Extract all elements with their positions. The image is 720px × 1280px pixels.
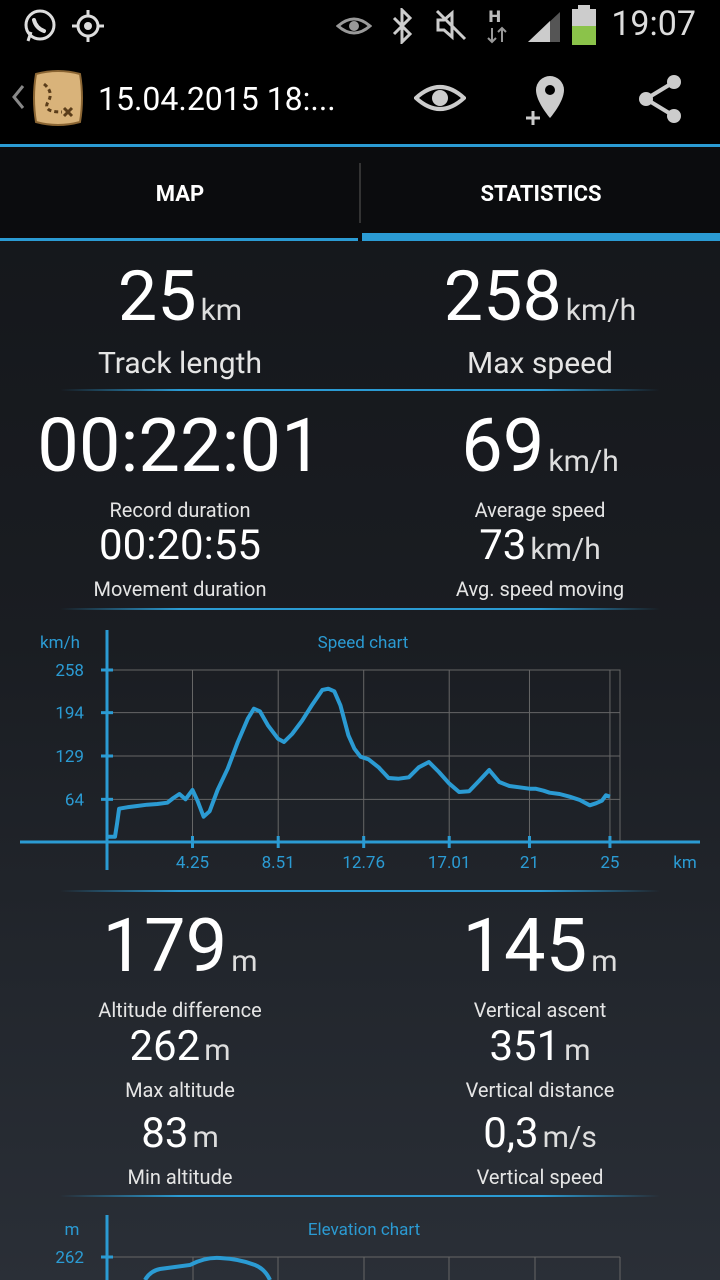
mute-icon (435, 9, 467, 41)
speed-line (107, 686, 611, 839)
y-tick-label: 194 (55, 704, 84, 724)
add-location-icon[interactable] (522, 72, 574, 130)
movement-duration-value: 00:20:55 (99, 521, 261, 570)
max-altitude-label: Max altitude (125, 1078, 235, 1102)
vertical-speed-value: 0,3 (483, 1109, 539, 1158)
vertical-ascent-label: Vertical ascent (473, 998, 607, 1022)
elevation-chart[interactable]: 262 m Elevation chart (0, 1205, 720, 1280)
min-altitude-stat: 83 m Min altitude (0, 1113, 360, 1190)
max-speed-label: Max speed (467, 346, 613, 381)
y-tick-label: 262 (55, 1248, 84, 1268)
track-length-value: 25 (117, 256, 197, 338)
vertical-ascent-value: 145 (462, 903, 588, 990)
location-target-icon (72, 10, 104, 42)
share-icon[interactable] (636, 74, 684, 124)
max-altitude-value: 262 (129, 1022, 201, 1071)
svg-text:H: H (488, 7, 501, 26)
battery-icon (572, 5, 596, 45)
x-tick-label: 8.51 (262, 853, 295, 873)
section-divider (60, 890, 660, 892)
y-axis-label: m (65, 1220, 80, 1240)
action-bar: 15.04.2015 18:... (0, 50, 720, 147)
movement-duration-label: Movement duration (93, 577, 267, 601)
y-tick-label: 258 (55, 661, 84, 681)
speed-chart[interactable]: 4.25 8.51 12.76 17.01 21 25 258 194 129 64 km/h km S… (0, 620, 720, 880)
clock: 19:07 (611, 4, 696, 44)
y-tick-label: 129 (55, 747, 84, 767)
tab-baseline (0, 238, 358, 241)
vertical-ascent-stat: 145 m Vertical ascent (360, 910, 720, 1023)
x-axis-label: km (673, 853, 697, 873)
record-duration-stat: 00:22:01 Record duration (0, 403, 360, 523)
back-chevron-icon[interactable] (8, 82, 28, 112)
avg-speed-moving-value: 73 (479, 521, 527, 570)
x-tick-label: 21 (520, 853, 539, 873)
section-divider (60, 608, 660, 610)
vertical-distance-stat: 351 m Vertical distance (360, 1026, 720, 1103)
chart-title: Speed chart (318, 633, 409, 653)
avg-speed-moving-label: Avg. speed moving (455, 577, 625, 601)
vertical-speed-unit: m/s (542, 1120, 597, 1155)
section-divider (60, 389, 660, 391)
eye-status-icon (336, 17, 372, 35)
tab-statistics[interactable]: STATISTICS (362, 147, 720, 241)
status-bar: H 19:07 (0, 0, 720, 50)
vertical-speed-stat: 0,3 m/s Vertical speed (360, 1113, 720, 1190)
x-tick-label: 17.01 (428, 853, 471, 873)
eye-icon[interactable] (414, 80, 466, 116)
vertical-speed-label: Vertical speed (476, 1165, 604, 1189)
track-length-unit: km (200, 293, 243, 328)
track-length-stat: 25 km Track length (0, 262, 360, 381)
altitude-difference-label: Altitude difference (98, 998, 262, 1022)
signal-icon (528, 12, 560, 42)
whatsapp-icon (24, 9, 56, 42)
min-altitude-unit: m (192, 1120, 219, 1155)
tab-selected-indicator (362, 233, 720, 241)
max-speed-value: 258 (443, 256, 562, 338)
tab-bar: MAP STATISTICS (0, 147, 720, 241)
altitude-difference-stat: 179 m Altitude difference (0, 910, 360, 1023)
tab-map[interactable]: MAP (0, 147, 360, 241)
x-tick-label: 4.25 (176, 853, 209, 873)
record-duration-value: 00:22:01 (37, 403, 323, 490)
record-duration-label: Record duration (109, 498, 251, 522)
average-speed-value: 69 (461, 403, 545, 490)
screen-title: 15.04.2015 18:... (98, 80, 336, 118)
max-altitude-unit: m (204, 1033, 231, 1068)
movement-duration-stat: 00:20:55 Movement duration (0, 521, 360, 602)
avg-speed-moving-stat: 73 km/h Avg. speed moving (360, 525, 720, 602)
max-altitude-stat: 262 m Max altitude (0, 1026, 360, 1103)
max-speed-stat: 258 km/h Max speed (360, 262, 720, 381)
treasure-map-icon[interactable] (30, 68, 86, 128)
y-tick-label: 64 (65, 790, 85, 810)
track-length-label: Track length (97, 346, 262, 381)
min-altitude-label: Min altitude (127, 1165, 233, 1189)
y-axis-label: km/h (40, 633, 80, 653)
x-tick-label: 25 (600, 853, 619, 873)
vertical-ascent-unit: m (591, 944, 618, 979)
elevation-line (143, 1255, 272, 1280)
x-tick-label: 12.76 (342, 853, 385, 873)
section-divider (60, 1195, 660, 1197)
bluetooth-icon (392, 8, 413, 44)
tab-divider (359, 163, 361, 223)
average-speed-unit: km/h (548, 444, 619, 479)
vertical-distance-unit: m (564, 1033, 591, 1068)
altitude-difference-value: 179 (102, 903, 228, 990)
average-speed-label: Average speed (474, 498, 606, 522)
average-speed-stat: 69 km/h Average speed (360, 410, 720, 523)
max-speed-unit: km/h (565, 293, 637, 328)
altitude-difference-unit: m (231, 944, 258, 979)
chart-title: Elevation chart (308, 1220, 420, 1240)
min-altitude-value: 83 (141, 1109, 189, 1158)
network-type-icon: H (487, 7, 507, 44)
vertical-distance-label: Vertical distance (465, 1078, 615, 1102)
vertical-distance-value: 351 (489, 1022, 561, 1071)
avg-speed-moving-unit: km/h (530, 532, 601, 567)
